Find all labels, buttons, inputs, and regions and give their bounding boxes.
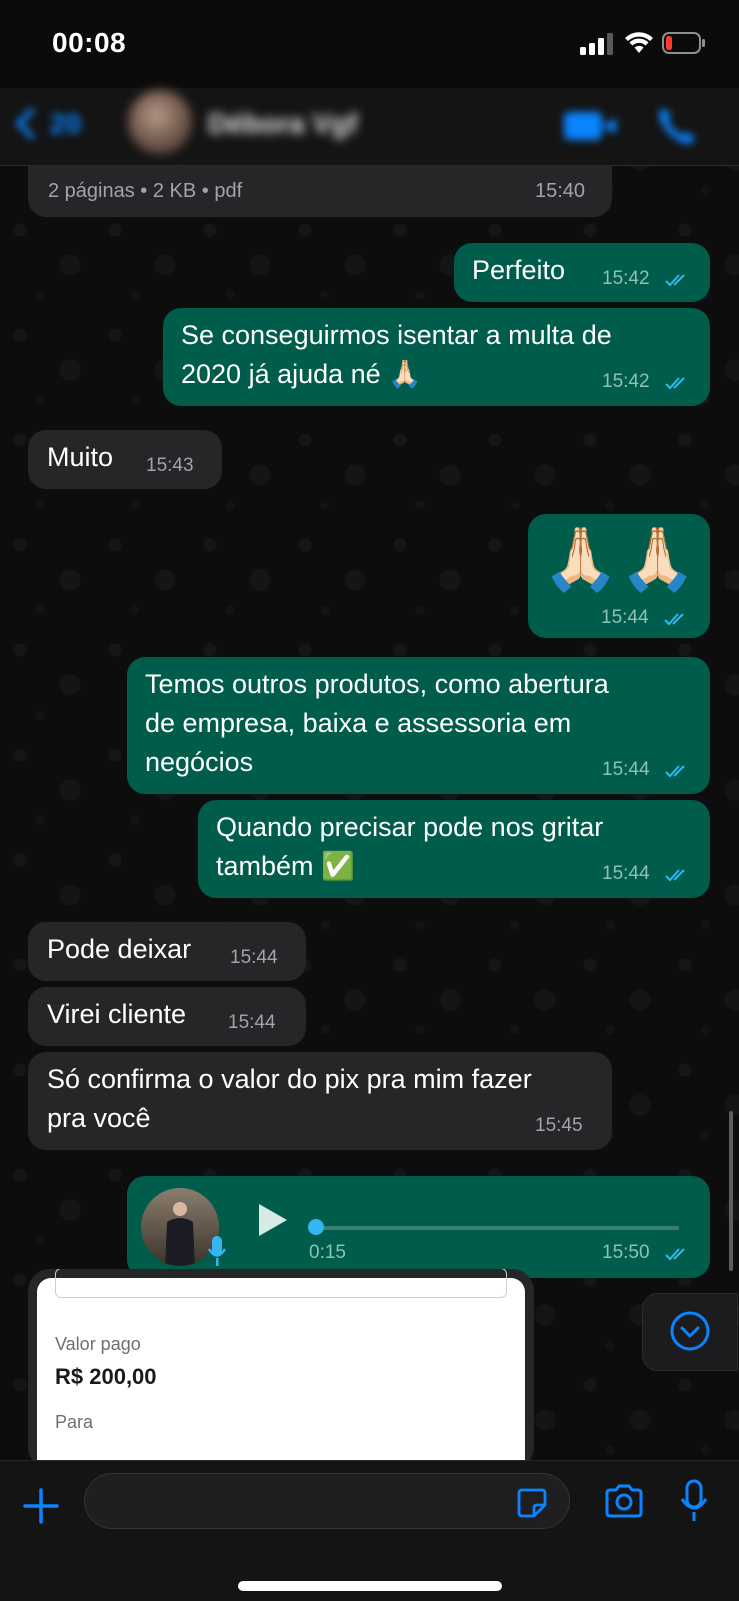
status-bar: 00:08: [0, 0, 739, 88]
message-composer: [0, 1460, 739, 1601]
read-receipt-icon: [665, 1248, 685, 1261]
message-time: 15:42: [602, 371, 650, 392]
message-text-line: também ✅: [216, 851, 355, 881]
video-camera-icon: [564, 112, 602, 140]
microphone-icon: [207, 1236, 227, 1266]
message-out[interactable]: Se conseguirmos isentar a multa de 2020 …: [163, 308, 710, 406]
play-icon[interactable]: [257, 1202, 289, 1238]
message-time: 15:44: [602, 759, 650, 780]
video-call-button[interactable]: [564, 108, 620, 144]
message-time: 15:50: [602, 1242, 650, 1263]
plus-icon[interactable]: [22, 1487, 60, 1525]
receipt-image: Valor pago R$ 200,00 Para: [37, 1269, 525, 1469]
phone-call-icon[interactable]: [655, 104, 699, 148]
message-input[interactable]: [84, 1473, 570, 1529]
message-time: 15:44: [230, 947, 278, 968]
message-out[interactable]: Quando precisar pode nos gritar também ✅…: [198, 800, 710, 898]
message-out[interactable]: Temos outros produtos, como abertura de …: [127, 657, 710, 794]
person-silhouette-icon: [165, 1202, 195, 1266]
receipt-amount: R$ 200,00: [55, 1364, 157, 1389]
message-text-line: Temos outros produtos, como abertura: [145, 669, 609, 699]
emoji-text: 🙏🏻🙏🏻: [542, 525, 697, 594]
back-button[interactable]: 20: [15, 106, 81, 146]
home-indicator: [238, 1581, 502, 1591]
message-text-line: de empresa, baixa e assessoria em: [145, 708, 572, 738]
read-receipt-icon: [665, 869, 685, 882]
message-text-line: negócios: [145, 747, 254, 777]
chat-header: 20 Débora Vgf: [0, 88, 739, 166]
document-meta: 2 páginas • 2 KB • pdf: [48, 180, 243, 202]
unread-count: 20: [50, 108, 82, 139]
read-receipt-icon: [664, 613, 684, 626]
message-list[interactable]: 2 páginas • 2 KB • pdf 15:40 Perfeito 15…: [0, 145, 739, 1469]
message-in[interactable]: Muito 15:43: [28, 430, 222, 489]
message-in[interactable]: Virei cliente 15:44: [28, 987, 306, 1046]
chevron-left-icon: [15, 107, 48, 140]
message-in[interactable]: Só confirma o valor do pix pra mim fazer…: [28, 1052, 612, 1150]
voice-duration: 0:15: [309, 1242, 346, 1263]
receipt-paid-label: Valor pago: [55, 1334, 141, 1354]
voice-message[interactable]: 0:15 15:50: [127, 1176, 710, 1278]
message-text-line: Se conseguirmos isentar a multa de: [181, 320, 612, 350]
read-receipt-icon: [665, 765, 685, 778]
message-out[interactable]: Perfeito 15:42: [454, 243, 710, 302]
message-text-line: Só confirma o valor do pix pra mim fazer: [47, 1064, 532, 1094]
message-time: 15:40: [535, 180, 586, 202]
wifi-icon: [625, 32, 653, 53]
message-text: Virei cliente: [47, 999, 187, 1029]
battery-low-icon: [662, 32, 705, 54]
message-time: 15:44: [228, 1012, 276, 1033]
message-text: Muito: [47, 442, 114, 472]
receipt-field-box: [55, 1269, 507, 1298]
receipt-to-label: Para: [55, 1412, 94, 1432]
scroll-to-bottom-button[interactable]: [642, 1293, 738, 1371]
scrollbar[interactable]: [729, 1111, 733, 1271]
message-time: 15:44: [602, 863, 650, 884]
message-text: Perfeito: [472, 255, 566, 285]
camera-icon[interactable]: [603, 1483, 645, 1519]
message-text: Pode deixar: [47, 934, 192, 964]
voice-progress-track[interactable]: [314, 1226, 679, 1230]
message-time: 15:43: [146, 455, 194, 476]
read-receipt-icon: [665, 274, 685, 287]
image-message[interactable]: Valor pago R$ 200,00 Para: [28, 1269, 534, 1469]
status-time: 00:08: [52, 27, 127, 58]
contact-name[interactable]: Débora Vgf: [208, 108, 357, 140]
message-time: 15:42: [602, 268, 650, 289]
message-time: 15:45: [535, 1115, 583, 1136]
message-text-line: 2020 já ajuda né 🙏🏻: [181, 359, 422, 389]
contact-avatar[interactable]: [128, 90, 192, 154]
message-in[interactable]: Pode deixar 15:44: [28, 922, 306, 981]
read-receipt-icon: [665, 377, 685, 390]
microphone-icon[interactable]: [680, 1479, 708, 1523]
message-time: 15:44: [601, 607, 649, 628]
sticker-icon[interactable]: [516, 1487, 548, 1519]
chevron-down-circle-icon: [670, 1311, 710, 1351]
message-text-line: Quando precisar pode nos gritar: [216, 812, 604, 842]
cellular-signal-icon: [580, 33, 613, 55]
message-text-line: pra você: [47, 1103, 151, 1133]
video-camera-lens-icon: [602, 118, 616, 134]
voice-progress-handle[interactable]: [308, 1219, 324, 1235]
message-out-emoji[interactable]: 🙏🏻🙏🏻 15:44: [528, 514, 710, 638]
